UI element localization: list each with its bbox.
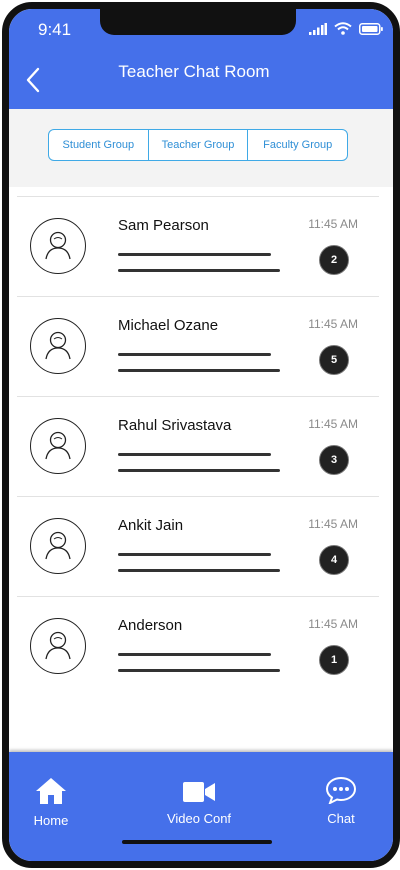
user-icon bbox=[45, 231, 71, 260]
chat-row[interactable]: Sam Pearson 11:45 AM 2 bbox=[17, 196, 379, 296]
tab-faculty-group[interactable]: Faculty Group bbox=[248, 130, 347, 160]
nav-chat[interactable]: Chat bbox=[321, 776, 361, 826]
user-icon bbox=[45, 431, 71, 460]
nav-video-conf-label: Video Conf bbox=[166, 811, 232, 826]
chat-list: Sam Pearson 11:45 AM 2 Michael Ozane 11:… bbox=[17, 196, 379, 696]
message-preview-line bbox=[118, 369, 280, 372]
unread-badge: 5 bbox=[319, 345, 349, 375]
chat-row[interactable]: Ankit Jain 11:45 AM 4 bbox=[17, 496, 379, 596]
chat-row[interactable]: Anderson 11:45 AM 1 bbox=[17, 596, 379, 696]
nav-chat-label: Chat bbox=[327, 811, 355, 826]
video-camera-icon bbox=[183, 782, 215, 802]
home-indicator bbox=[122, 840, 272, 844]
signal-icon bbox=[309, 22, 327, 35]
avatar bbox=[30, 318, 86, 374]
tab-student-group[interactable]: Student Group bbox=[49, 130, 149, 160]
message-preview-line bbox=[118, 569, 280, 572]
page-title: Teacher Chat Room bbox=[118, 62, 270, 81]
notch bbox=[100, 9, 296, 35]
contact-name: Sam Pearson bbox=[118, 217, 209, 234]
home-icon bbox=[36, 778, 66, 804]
avatar bbox=[30, 418, 86, 474]
user-icon bbox=[45, 331, 71, 360]
message-preview-line bbox=[118, 269, 280, 272]
contact-name: Anderson bbox=[118, 617, 183, 634]
message-time: 11:45 AM bbox=[308, 417, 358, 431]
unread-badge: 4 bbox=[319, 545, 349, 575]
status-icons bbox=[309, 22, 383, 35]
avatar bbox=[30, 218, 86, 274]
chat-bubble-icon bbox=[325, 776, 357, 806]
nav-video-conf[interactable]: Video Conf bbox=[161, 780, 237, 826]
chat-row[interactable]: Rahul Srivastava 11:45 AM 3 bbox=[17, 396, 379, 496]
message-preview-line bbox=[118, 553, 271, 556]
avatar bbox=[30, 618, 86, 674]
message-preview-line bbox=[118, 353, 271, 356]
message-time: 11:45 AM bbox=[308, 617, 358, 631]
unread-badge: 1 bbox=[319, 645, 349, 675]
bottom-nav: Home Video Conf Chat bbox=[9, 752, 393, 861]
message-time: 11:45 AM bbox=[308, 517, 358, 531]
chat-row[interactable]: Michael Ozane 11:45 AM 5 bbox=[17, 296, 379, 396]
status-time: 9:41 bbox=[38, 20, 72, 39]
message-preview-line bbox=[118, 253, 271, 256]
tab-teacher-group[interactable]: Teacher Group bbox=[149, 130, 249, 160]
unread-badge: 2 bbox=[319, 245, 349, 275]
message-preview-line bbox=[118, 653, 271, 656]
wifi-icon bbox=[334, 22, 352, 35]
unread-badge: 3 bbox=[319, 445, 349, 475]
contact-name: Michael Ozane bbox=[118, 317, 219, 334]
nav-home[interactable]: Home bbox=[31, 776, 71, 828]
message-time: 11:45 AM bbox=[308, 217, 358, 231]
phone-frame: 9:41 Teacher Chat Room Student Group Tea… bbox=[2, 2, 400, 868]
user-icon bbox=[45, 631, 71, 660]
contact-name: Ankit Jain bbox=[118, 517, 184, 534]
message-preview-line bbox=[118, 669, 280, 672]
user-icon bbox=[45, 531, 71, 560]
message-time: 11:45 AM bbox=[308, 317, 358, 331]
message-preview-line bbox=[118, 469, 280, 472]
group-tabs: Student Group Teacher Group Faculty Grou… bbox=[48, 129, 348, 161]
contact-name: Rahul Srivastava bbox=[118, 417, 232, 434]
message-preview-line bbox=[118, 453, 271, 456]
nav-home-label: Home bbox=[33, 813, 69, 828]
battery-icon bbox=[359, 22, 383, 35]
avatar bbox=[30, 518, 86, 574]
